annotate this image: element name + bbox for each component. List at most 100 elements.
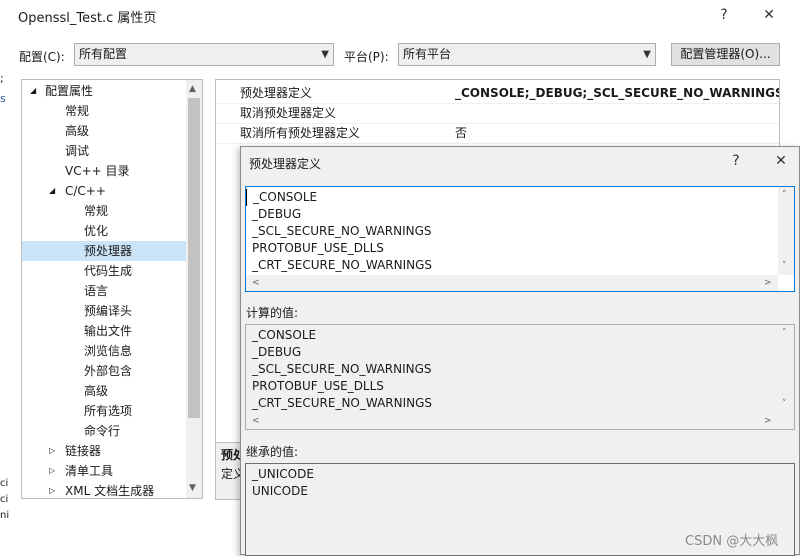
expand-icon[interactable]: ▷: [49, 481, 55, 498]
chevron-right-icon[interactable]: >: [764, 416, 772, 426]
computed-values-label: 计算的值:: [246, 306, 299, 320]
left-strip-text: ;: [0, 72, 4, 85]
tree-item-label: 常规: [65, 104, 90, 118]
scroll-thumb[interactable]: [188, 98, 200, 418]
tree-item-xml-doc-generator[interactable]: ▷ XML 文档生成器: [22, 481, 187, 498]
chevron-up-icon[interactable]: ▲: [189, 84, 196, 94]
tree-item-label: 清单工具: [65, 464, 114, 478]
tree-item[interactable]: 代码生成: [22, 261, 187, 281]
computed-line: _CRT_SECURE_NO_WARNINGS: [252, 396, 433, 410]
tree-item[interactable]: 语言: [22, 281, 187, 301]
tree-item-label: 浏览信息: [84, 344, 133, 358]
left-strip-text: ni: [0, 510, 10, 521]
platform-select[interactable]: 所有平台 ▼: [398, 43, 656, 66]
tree-item[interactable]: 浏览信息: [22, 341, 187, 361]
tree-item[interactable]: VC++ 目录: [22, 161, 187, 181]
grid-row-name: 预处理器定义: [240, 86, 313, 100]
chevron-down-icon: ▼: [643, 49, 651, 60]
dialog-title: 预处理器定义: [249, 157, 322, 171]
chevron-right-icon[interactable]: >: [764, 278, 772, 288]
help-button[interactable]: ?: [726, 151, 746, 171]
platform-label: 平台(P):: [344, 50, 389, 64]
edit-hscroll[interactable]: < >: [246, 275, 778, 291]
close-icon[interactable]: ✕: [771, 151, 791, 171]
config-label: 配置(C):: [19, 50, 65, 64]
grid-row-name: 取消预处理器定义: [240, 106, 337, 120]
chevron-down-icon[interactable]: ˅: [782, 261, 787, 271]
computed-line: _SCL_SECURE_NO_WARNINGS: [252, 362, 432, 376]
chevron-up-icon[interactable]: ˄: [782, 190, 787, 200]
tree-scrollbar[interactable]: ▲ ▼: [186, 80, 202, 498]
tree-item[interactable]: 预编译头: [22, 301, 187, 321]
tree-item-preprocessor[interactable]: 预处理器: [22, 241, 187, 261]
expand-icon[interactable]: ◢: [49, 181, 55, 201]
tree-item-manifest-tool[interactable]: ▷ 清单工具: [22, 461, 187, 481]
watermark: CSDN @大大枫: [685, 534, 779, 549]
tree-item-cpp[interactable]: ◢ C/C++: [22, 181, 187, 201]
tree-item-label: 高级: [84, 384, 109, 398]
computed-line: _CONSOLE: [252, 328, 317, 342]
tree-item-label: VC++ 目录: [65, 164, 130, 178]
tree-item-linker[interactable]: ▷ 链接器: [22, 441, 187, 461]
tree-item-label: 高级: [65, 124, 90, 138]
expand-icon[interactable]: ▷: [49, 461, 55, 481]
preprocessor-definitions-dialog[interactable]: 预处理器定义 ? ✕ _CONSOLE _DEBUG _SCL_SECURE_N…: [240, 146, 800, 556]
grid-row-value[interactable]: 否: [455, 123, 467, 143]
tree-item[interactable]: 所有选项: [22, 401, 187, 421]
left-strip-text: s: [0, 92, 6, 105]
tree-item-label: 所有选项: [84, 404, 133, 418]
tree-item-label: 代码生成: [84, 264, 133, 278]
chevron-down-icon[interactable]: ˅: [782, 399, 787, 409]
help-button[interactable]: ?: [714, 5, 734, 25]
edit-line: _DEBUG: [252, 207, 302, 221]
tree-item-label: 常规: [84, 204, 109, 218]
tree-item-label: 优化: [84, 224, 109, 238]
edit-line: _CRT_SECURE_NO_WARNINGS: [252, 258, 433, 272]
computed-hscroll[interactable]: < >: [246, 413, 778, 429]
grid-row[interactable]: 取消预处理器定义: [216, 103, 779, 124]
expand-icon[interactable]: ◢: [30, 81, 36, 101]
tree-item[interactable]: 高级: [22, 381, 187, 401]
tree-item-label: 语言: [84, 284, 109, 298]
tree-item[interactable]: 常规: [22, 201, 187, 221]
grid-row-value[interactable]: _CONSOLE;_DEBUG;_SCL_SECURE_NO_WARNINGS;…: [455, 83, 779, 103]
expand-icon[interactable]: ▷: [49, 441, 55, 461]
config-select-value: 所有配置: [79, 47, 128, 61]
chevron-down-icon[interactable]: ▼: [189, 483, 196, 493]
definitions-edit-box[interactable]: _CONSOLE _DEBUG _SCL_SECURE_NO_WARNINGS …: [245, 186, 795, 292]
grid-row[interactable]: 预处理器定义 _CONSOLE;_DEBUG;_SCL_SECURE_NO_WA…: [216, 83, 779, 104]
left-strip-text: ci: [0, 478, 9, 489]
tree-item-label: 链接器: [65, 444, 102, 458]
config-select[interactable]: 所有配置 ▼: [74, 43, 334, 66]
edit-line: _CONSOLE: [246, 189, 432, 206]
tree-item[interactable]: 高级: [22, 121, 187, 141]
property-tree[interactable]: ◢ 配置属性 常规 高级 调试 VC++ 目录 ◢ C/C++ 常规 优化 预处…: [21, 79, 203, 499]
close-icon[interactable]: ✕: [759, 5, 779, 25]
grid-row[interactable]: 取消所有预处理器定义 否: [216, 123, 779, 144]
tree-item[interactable]: 常规: [22, 101, 187, 121]
window-title: Openssl_Test.c 属性页: [18, 11, 157, 26]
chevron-left-icon[interactable]: <: [252, 278, 260, 288]
chevron-left-icon[interactable]: <: [252, 416, 260, 426]
grid-row-name: 取消所有预处理器定义: [240, 126, 361, 140]
inherited-line: _UNICODE: [252, 467, 314, 481]
tree-item-label: 配置属性: [45, 84, 94, 98]
tree-item[interactable]: 调试: [22, 141, 187, 161]
tree-item[interactable]: 优化: [22, 221, 187, 241]
left-strip-text: ci: [0, 494, 9, 505]
tree-item-label: C/C++: [65, 184, 106, 198]
tree-item-label: 预处理器: [84, 244, 133, 258]
inherited-line: UNICODE: [252, 484, 308, 498]
edit-vscroll[interactable]: ˄ ˅: [778, 187, 794, 275]
computed-vscroll[interactable]: ˄ ˅: [778, 325, 794, 413]
tree-item-label: 外部包含: [84, 364, 133, 378]
configuration-manager-button[interactable]: 配置管理器(O)...: [671, 43, 780, 66]
computed-line: _DEBUG: [252, 345, 302, 359]
tree-item[interactable]: 输出文件: [22, 321, 187, 341]
chevron-up-icon[interactable]: ˄: [782, 328, 787, 338]
tree-item[interactable]: 外部包含: [22, 361, 187, 381]
tree-item[interactable]: 命令行: [22, 421, 187, 441]
computed-values-box: _CONSOLE _DEBUG _SCL_SECURE_NO_WARNINGS …: [245, 324, 795, 430]
platform-select-value: 所有平台: [403, 47, 452, 61]
tree-item-config-properties[interactable]: ◢ 配置属性: [22, 81, 187, 101]
